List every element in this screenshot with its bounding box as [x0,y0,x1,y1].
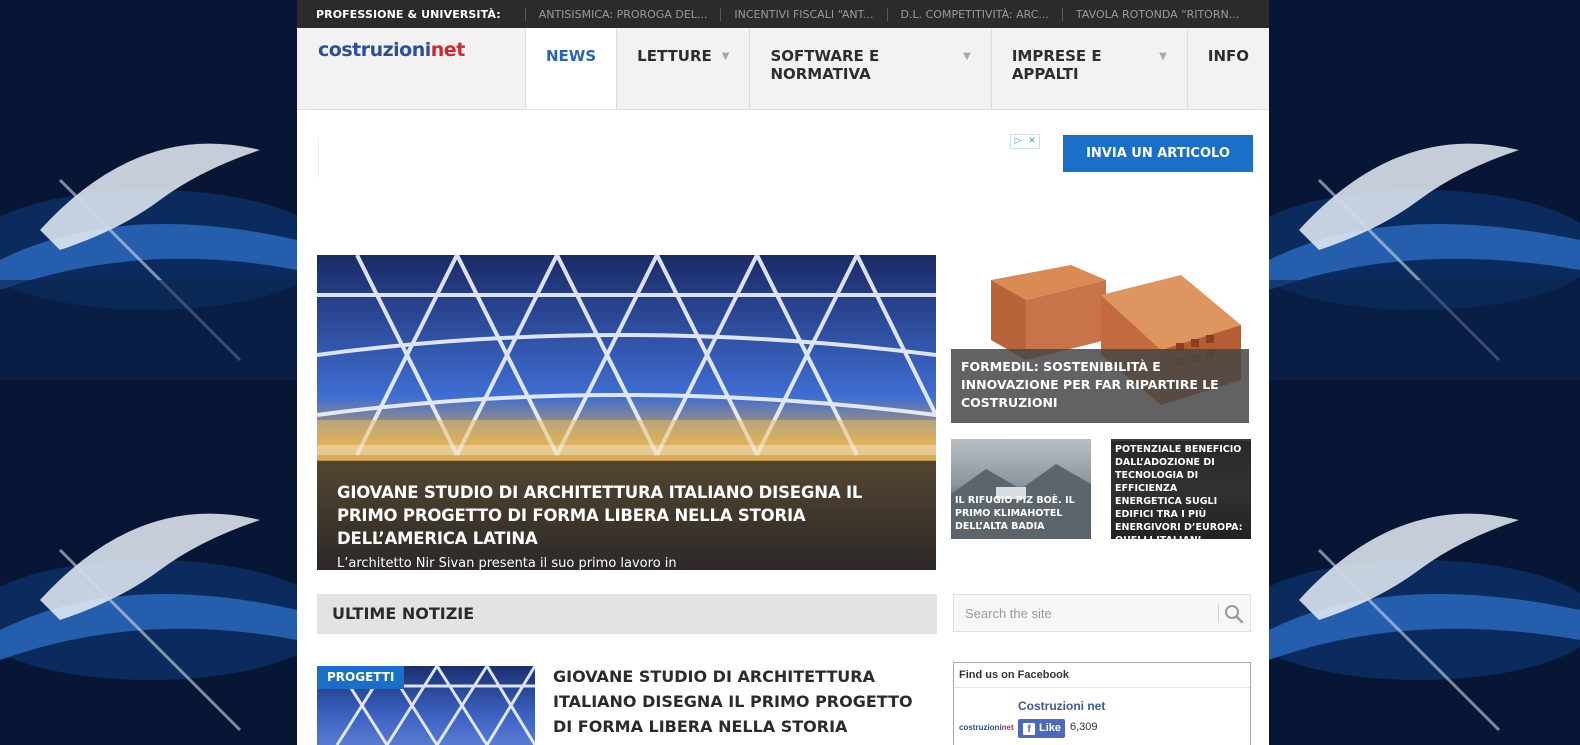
nav-label: NEWS [546,47,597,65]
ticker-item[interactable]: INCENTIVI FISCALI “ANT... [720,7,886,21]
fb-logo-text-accent: net [1001,723,1014,732]
featured-title[interactable]: GIOVANE STUDIO DI ARCHITETTURA ITALIANO … [337,481,916,550]
bridge-art-left [0,0,297,745]
search-icon[interactable] [1223,603,1245,625]
side-article-small-1[interactable]: IL RIFUGIO PIZ BOÈ. IL PRIMO KLIMAHOTEL … [951,439,1091,539]
background-left-panel [0,0,297,745]
featured-caption: GIOVANE STUDIO DI ARCHITETTURA ITALIANO … [317,461,936,570]
ticker-item[interactable]: TAVOLA ROTONDA “RITORN... [1061,7,1252,21]
background-right-panel [1269,0,1580,745]
logo-text-accent: net [430,39,466,61]
facebook-widget-header: Find us on Facebook [954,663,1250,688]
nav-label: SOFTWARE E NORMATIVA [770,47,880,83]
side-article-small-1-title: IL RIFUGIO PIZ BOÈ. IL PRIMO KLIMAHOTEL … [955,495,1075,532]
facebook-like-button[interactable]: f Like [1018,719,1065,738]
dropdown-arrow-icon: ▼ [721,51,730,62]
page-container: PROFESSIONE & UNIVERSITÀ: ANTISISMICA: P… [297,0,1269,745]
search-input[interactable] [954,595,1214,631]
nav-label: LETTURE [637,47,712,65]
nav-item-letture[interactable]: LETTURE ▼ [616,28,749,109]
fb-logo-text-main: costruzioni [959,723,1002,732]
facebook-page-name[interactable]: Costruzioni net [1018,699,1105,713]
nav-label: INFO [1207,47,1249,65]
side-article-small-2[interactable]: POTENZIALE BENEFICIO DALL’ADOZIONE DI TE… [1111,439,1251,539]
facebook-page-logo[interactable]: costruzioninet [959,703,1015,745]
nav-label: IMPRESE E APPALTI [1011,47,1102,83]
ticker-item[interactable]: ANTISISMICA: PROROGA DEL... [524,7,721,21]
search-box [953,594,1251,632]
side-article-large[interactable]: FORMEDIL: SOSTENIBILITÀ E INNOVAZIONE PE… [951,255,1251,423]
main-nav: NEWS LETTURE ▼ SOFTWARE E NORMATIVA ▼ IM… [525,28,1269,109]
article-title[interactable]: GIOVANE STUDIO DI ARCHITETTURA ITALIANO … [553,664,931,745]
section-title-latest: ULTIME NOTIZIE [317,594,937,634]
facebook-widget: Find us on Facebook costruzioninet Costr… [953,662,1251,745]
ticker-label: PROFESSIONE & UNIVERSITÀ: [316,7,501,21]
bridge-art-right [1269,0,1580,745]
search-divider [1218,604,1219,622]
ticker-item[interactable]: D.L. COMPETITIVITÀ: ARC... [886,7,1062,21]
submit-article-button[interactable]: INVIA UN ARTICOLO [1063,135,1253,172]
nav-item-info[interactable]: INFO [1186,28,1269,109]
dropdown-arrow-icon: ▼ [1159,51,1167,62]
site-logo[interactable]: costruzioninet [318,39,465,61]
side-article-small-2-title: POTENZIALE BENEFICIO DALL’ADOZIONE DI TE… [1111,441,1251,539]
featured-excerpt: L’architetto Nir Sivan presenta il suo p… [337,556,677,570]
ad-choices-play-icon: ▷ [1014,136,1022,146]
like-label: Like [1039,722,1062,734]
logo-text-main: costruzioni [318,39,431,61]
nav-item-software-e-normativa[interactable]: SOFTWARE E NORMATIVA ▼ [749,28,990,109]
ad-divider [318,137,319,177]
facebook-icon: f [1023,722,1035,735]
featured-article[interactable]: GIOVANE STUDIO DI ARCHITETTURA ITALIANO … [317,255,936,570]
side-article-large-title: FORMEDIL: SOSTENIBILITÀ E INNOVAZIONE PE… [951,349,1249,423]
news-ticker: PROFESSIONE & UNIVERSITÀ: ANTISISMICA: P… [297,0,1269,28]
facebook-like-count: 6,309 [1070,721,1098,733]
ad-close-icon[interactable]: ✕ [1025,135,1039,148]
ad-row: ▷ ✕ INVIA UN ARTICOLO [297,110,1269,255]
site-header: costruzioninet NEWS LETTURE ▼ SOFTWARE E… [297,28,1269,110]
dropdown-arrow-icon: ▼ [963,51,971,62]
category-tag[interactable]: PROGETTI [317,666,405,689]
nav-item-news[interactable]: NEWS [525,28,617,109]
ad-choices[interactable]: ▷ ✕ [1010,134,1040,149]
nav-item-imprese-e-appalti[interactable]: IMPRESE E APPALTI ▼ [990,28,1187,109]
